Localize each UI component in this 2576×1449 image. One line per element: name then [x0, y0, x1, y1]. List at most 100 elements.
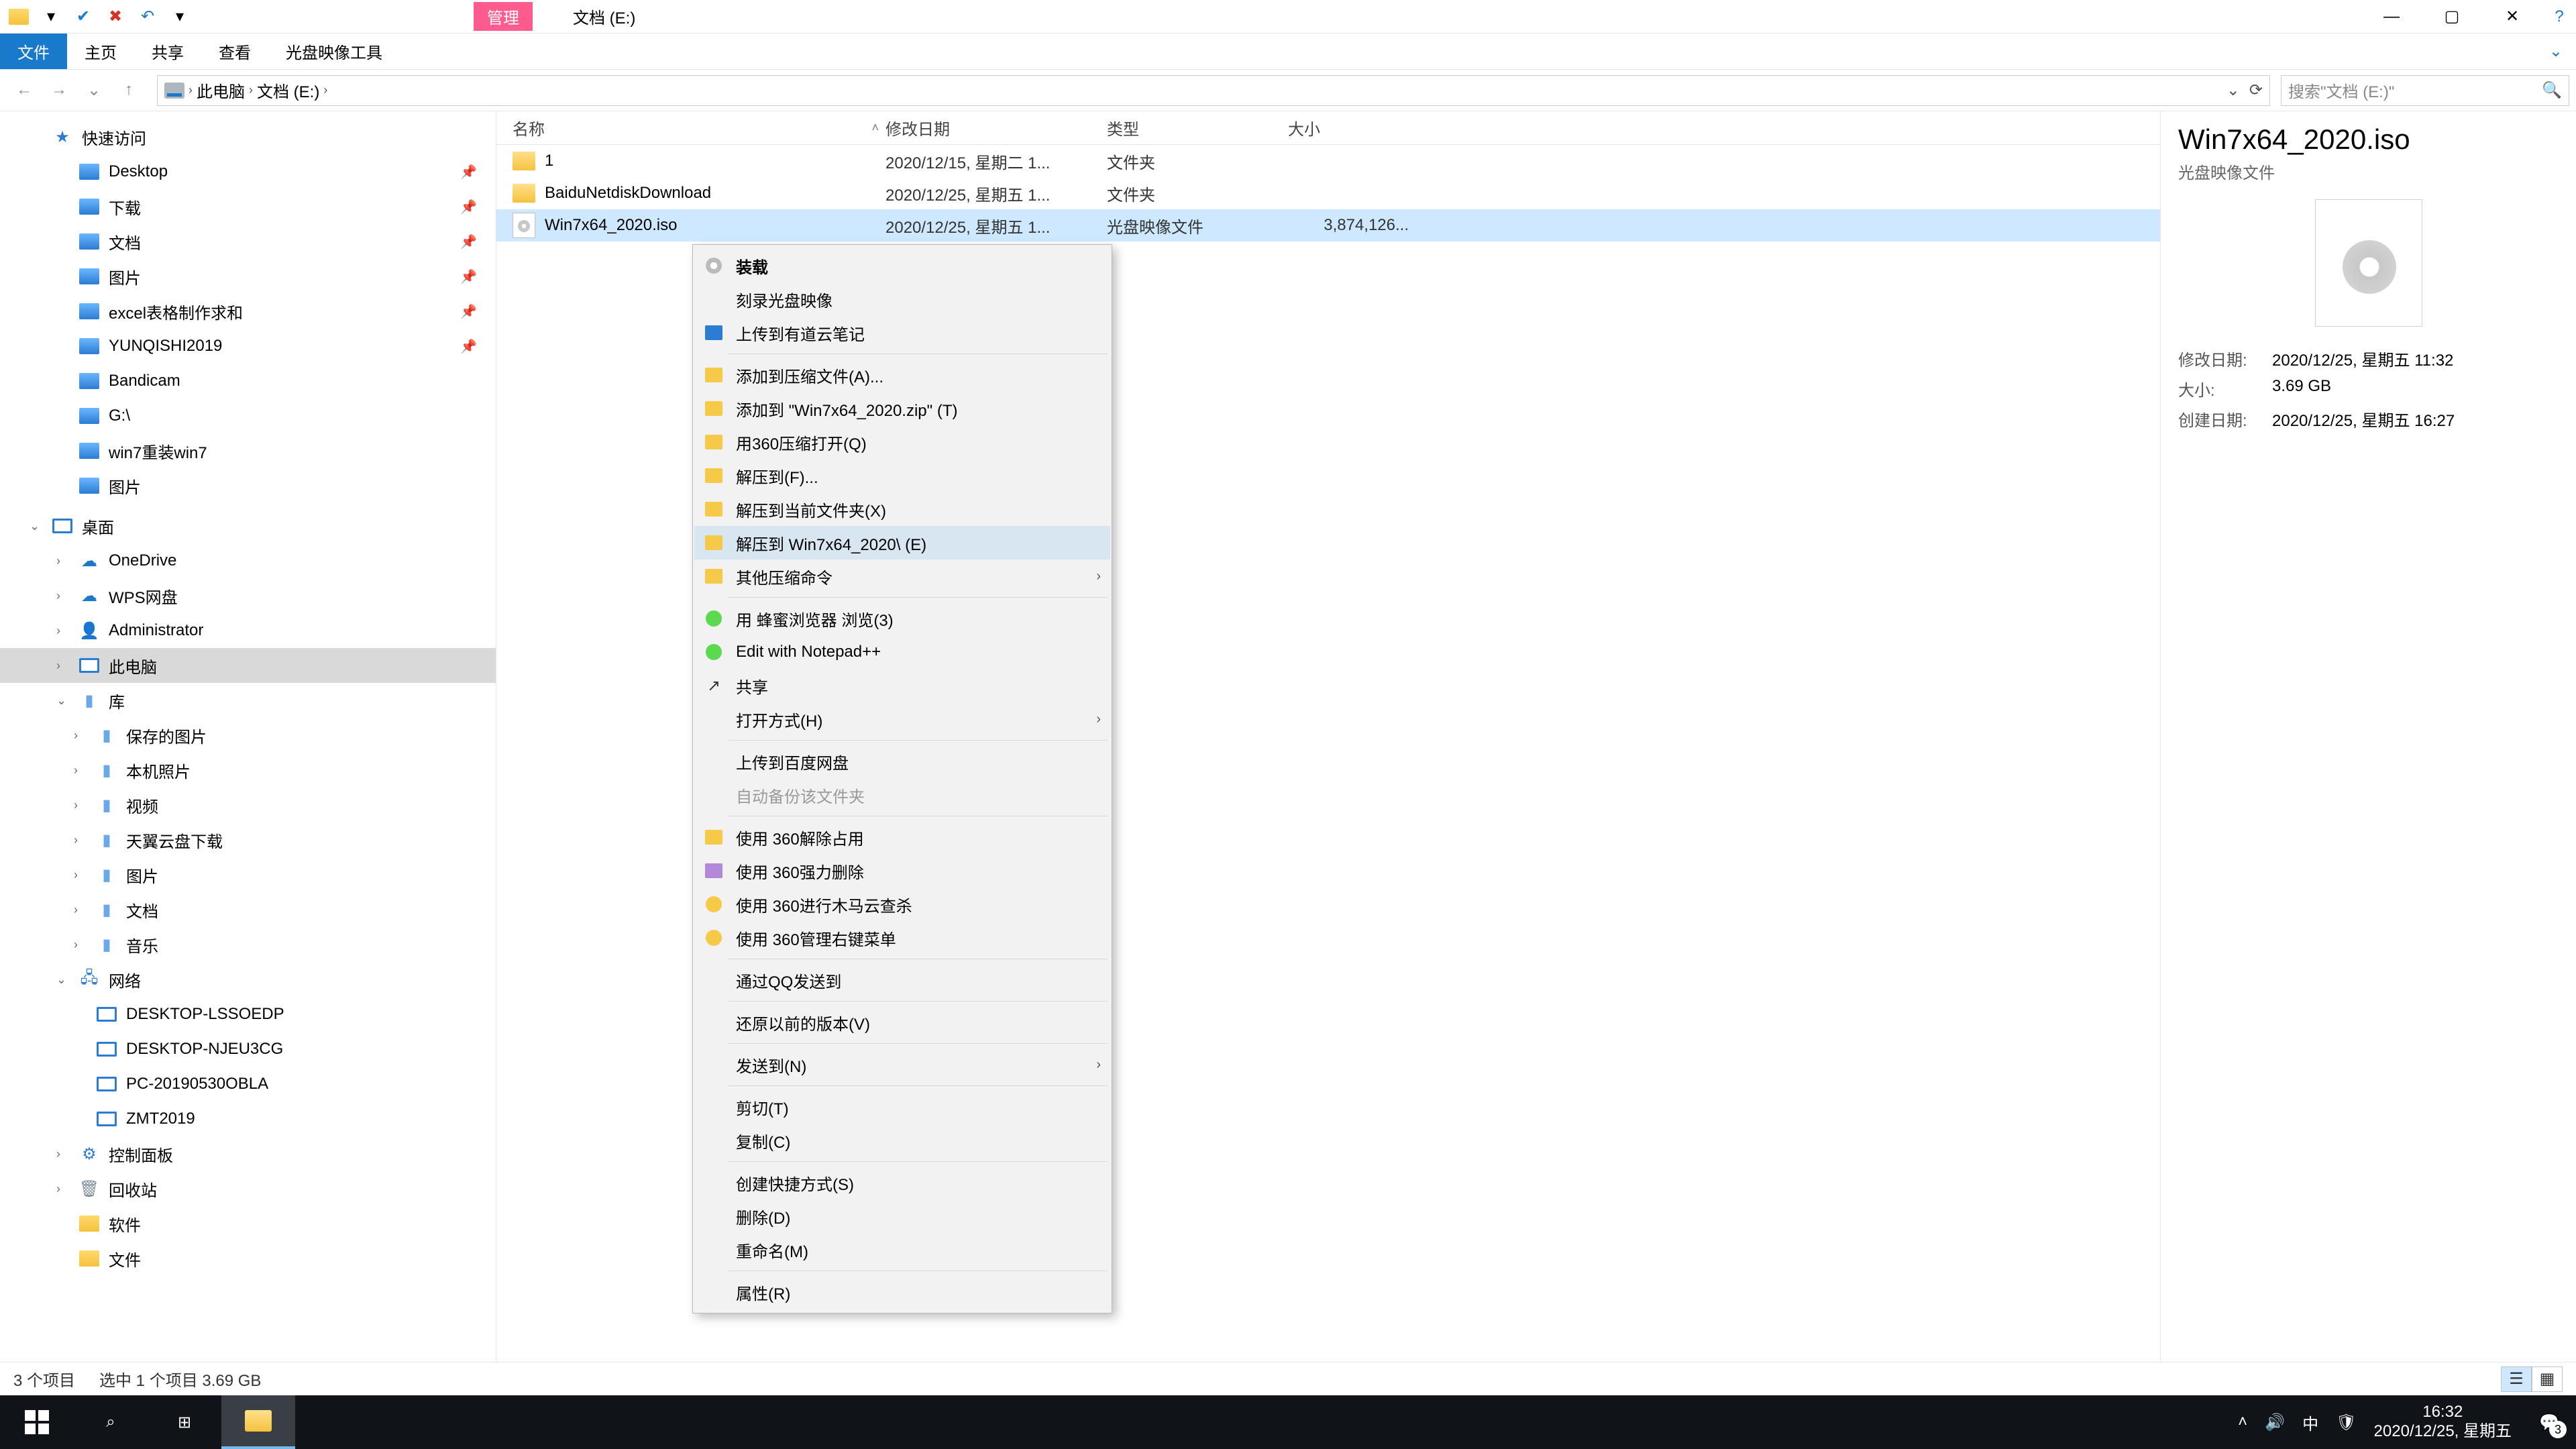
tree-wpsdrive[interactable]: ☁WPS网盘	[0, 578, 496, 613]
context-menu-item[interactable]: 用360压缩打开(Q)	[694, 425, 1110, 459]
tree-other-item[interactable]: 文件	[0, 1241, 496, 1276]
tree-quick-item[interactable]: Bandicam	[0, 364, 496, 398]
tree-network-pc[interactable]: DESKTOP-LSSOEDP	[0, 997, 496, 1032]
taskbar-clock[interactable]: 16:32 2020/12/25, 星期五	[2374, 1403, 2512, 1442]
tree-network-pc[interactable]: DESKTOP-NJEU3CG	[0, 1032, 496, 1067]
address-bar[interactable]: › 此电脑 › 文档 (E:) › ⌄ ⟳	[157, 75, 2270, 106]
file-row[interactable]: BaiduNetdiskDownload2020/12/25, 星期五 1...…	[496, 177, 2160, 209]
context-menu-item[interactable]: 通过QQ发送到	[694, 963, 1110, 997]
tray-security-icon[interactable]: 🛡	[2336, 1413, 2356, 1432]
tree-lib-item[interactable]: ▮图片	[0, 857, 496, 892]
tree-quick-item[interactable]: G:\	[0, 398, 496, 433]
chevron-icon[interactable]: ›	[323, 83, 327, 97]
tree-libraries[interactable]: ▮库	[0, 683, 496, 718]
tab-home[interactable]: 主页	[67, 34, 134, 69]
context-menu-item[interactable]: 使用 360进行木马云查杀	[694, 888, 1110, 921]
context-menu-item[interactable]: 删除(D)	[694, 1199, 1110, 1233]
tree-quick-item[interactable]: 图片📌	[0, 259, 496, 294]
context-menu-item[interactable]: 使用 360解除占用	[694, 820, 1110, 854]
context-menu-item[interactable]: 属性(R)	[694, 1275, 1110, 1309]
tree-quick-item[interactable]: 图片	[0, 468, 496, 503]
col-name[interactable]: 名称˄	[496, 116, 885, 140]
tree-other-item[interactable]: 软件	[0, 1206, 496, 1241]
search-button[interactable]: ⌕	[74, 1395, 148, 1449]
tree-desktop-root[interactable]: 桌面	[0, 508, 496, 543]
tree-lib-item[interactable]: ▮本机照片	[0, 753, 496, 788]
context-menu-item[interactable]: 解压到当前文件夹(X)	[694, 492, 1110, 526]
refresh-icon[interactable]: ⟳	[2249, 80, 2263, 100]
address-dropdown-icon[interactable]: ⌄	[2226, 80, 2240, 100]
context-menu-item[interactable]: 解压到(F)...	[694, 459, 1110, 492]
qat-dropdown-icon[interactable]: ▾	[39, 5, 63, 29]
start-button[interactable]	[0, 1395, 74, 1449]
breadcrumb-drive[interactable]: 文档 (E:)	[257, 78, 319, 102]
tree-lib-item[interactable]: ▮视频	[0, 788, 496, 822]
tree-lib-item[interactable]: ▮文档	[0, 892, 496, 927]
context-menu-item[interactable]: 上传到有道云笔记	[694, 316, 1110, 350]
search-input[interactable]: 搜索"文档 (E:)" 🔍	[2281, 75, 2569, 106]
col-size[interactable]: 大小	[1288, 116, 1422, 140]
breadcrumb-pc[interactable]: 此电脑	[197, 78, 245, 102]
tree-other-item[interactable]: ⚙控制面板	[0, 1136, 496, 1171]
context-menu-item[interactable]: 重命名(M)	[694, 1233, 1110, 1267]
chevron-icon[interactable]: ›	[189, 83, 193, 97]
context-menu-item[interactable]: 使用 360强力删除	[694, 854, 1110, 888]
close-button[interactable]: ✕	[2482, 0, 2542, 34]
tab-file[interactable]: 文件	[0, 34, 67, 69]
tree-quick-item[interactable]: 下载📌	[0, 189, 496, 224]
col-type[interactable]: 类型	[1107, 116, 1288, 140]
tree-quick-item[interactable]: excel表格制作求和📌	[0, 294, 496, 329]
qat-undo-icon[interactable]: ↶	[136, 5, 160, 29]
context-menu-item[interactable]: 使用 360管理右键菜单	[694, 921, 1110, 955]
tray-ime-icon[interactable]: 中	[2302, 1411, 2318, 1434]
tree-network-pc[interactable]: PC-20190530OBLA	[0, 1067, 496, 1102]
help-button[interactable]: ?	[2542, 0, 2576, 34]
file-row[interactable]: Win7x64_2020.iso2020/12/25, 星期五 1...光盘映像…	[496, 209, 2160, 241]
history-dropdown[interactable]: ⌄	[83, 80, 105, 100]
tree-lib-item[interactable]: ▮保存的图片	[0, 718, 496, 753]
tree-onedrive[interactable]: ☁OneDrive	[0, 543, 496, 578]
back-button[interactable]: ←	[13, 80, 35, 100]
context-menu-item[interactable]: 上传到百度网盘	[694, 745, 1110, 778]
tree-quick-item[interactable]: 文档📌	[0, 224, 496, 259]
tree-quick-access[interactable]: ★快速访问	[0, 119, 496, 154]
file-row[interactable]: 12020/12/15, 星期二 1...文件夹	[496, 145, 2160, 177]
context-menu-item[interactable]: Edit with Notepad++	[694, 635, 1110, 669]
col-date[interactable]: 修改日期	[885, 116, 1107, 140]
tray-volume-icon[interactable]: 🔊	[2265, 1413, 2285, 1432]
forward-button[interactable]: →	[48, 80, 70, 100]
context-menu-item[interactable]: 其他压缩命令›	[694, 559, 1110, 593]
context-menu-item[interactable]: ↗共享	[694, 669, 1110, 702]
tree-lib-item[interactable]: ▮天翼云盘下载	[0, 822, 496, 857]
context-menu-item[interactable]: 装载	[694, 249, 1110, 282]
context-menu-item[interactable]: 添加到 "Win7x64_2020.zip" (T)	[694, 392, 1110, 425]
task-view-button[interactable]: ⊞	[148, 1395, 221, 1449]
context-menu-item[interactable]: 打开方式(H)›	[694, 702, 1110, 736]
chevron-icon[interactable]: ›	[249, 83, 253, 97]
tree-this-pc[interactable]: 此电脑	[0, 648, 496, 683]
context-menu-item[interactable]: 复制(C)	[694, 1124, 1110, 1157]
tab-image-tools[interactable]: 光盘映像工具	[268, 34, 400, 69]
tree-quick-item[interactable]: YUNQISHI2019📌	[0, 329, 496, 364]
context-menu-item[interactable]: 解压到 Win7x64_2020\ (E)	[694, 526, 1110, 559]
notification-button[interactable]: 💬3	[2529, 1402, 2569, 1442]
view-details-button[interactable]: ☰	[2501, 1366, 2532, 1392]
up-button[interactable]: ↑	[118, 80, 140, 100]
search-icon[interactable]: 🔍	[2542, 80, 2562, 100]
qat-delete-icon[interactable]: ✖	[103, 5, 127, 29]
qat-more-icon[interactable]: ▾	[168, 5, 192, 29]
view-icons-button[interactable]: ▦	[2532, 1366, 2563, 1392]
ribbon-expand-icon[interactable]: ⌄	[2536, 34, 2576, 69]
context-menu-item[interactable]: 添加到压缩文件(A)...	[694, 358, 1110, 392]
maximize-button[interactable]: ▢	[2422, 0, 2482, 34]
context-menu-item[interactable]: 用 蜂蜜浏览器 浏览(3)	[694, 602, 1110, 635]
context-menu-item[interactable]: 发送到(N)›	[694, 1048, 1110, 1081]
tray-up-icon[interactable]: ˄	[2238, 1413, 2247, 1432]
qat-check-icon[interactable]: ✔	[71, 5, 95, 29]
context-menu-item[interactable]: 还原以前的版本(V)	[694, 1006, 1110, 1039]
explorer-taskbar-icon[interactable]	[221, 1395, 295, 1449]
tree-quick-item[interactable]: Desktop📌	[0, 154, 496, 189]
context-menu-item[interactable]: 创建快捷方式(S)	[694, 1166, 1110, 1199]
context-menu-item[interactable]: 刻录光盘映像	[694, 282, 1110, 316]
tree-user[interactable]: 👤Administrator	[0, 613, 496, 648]
